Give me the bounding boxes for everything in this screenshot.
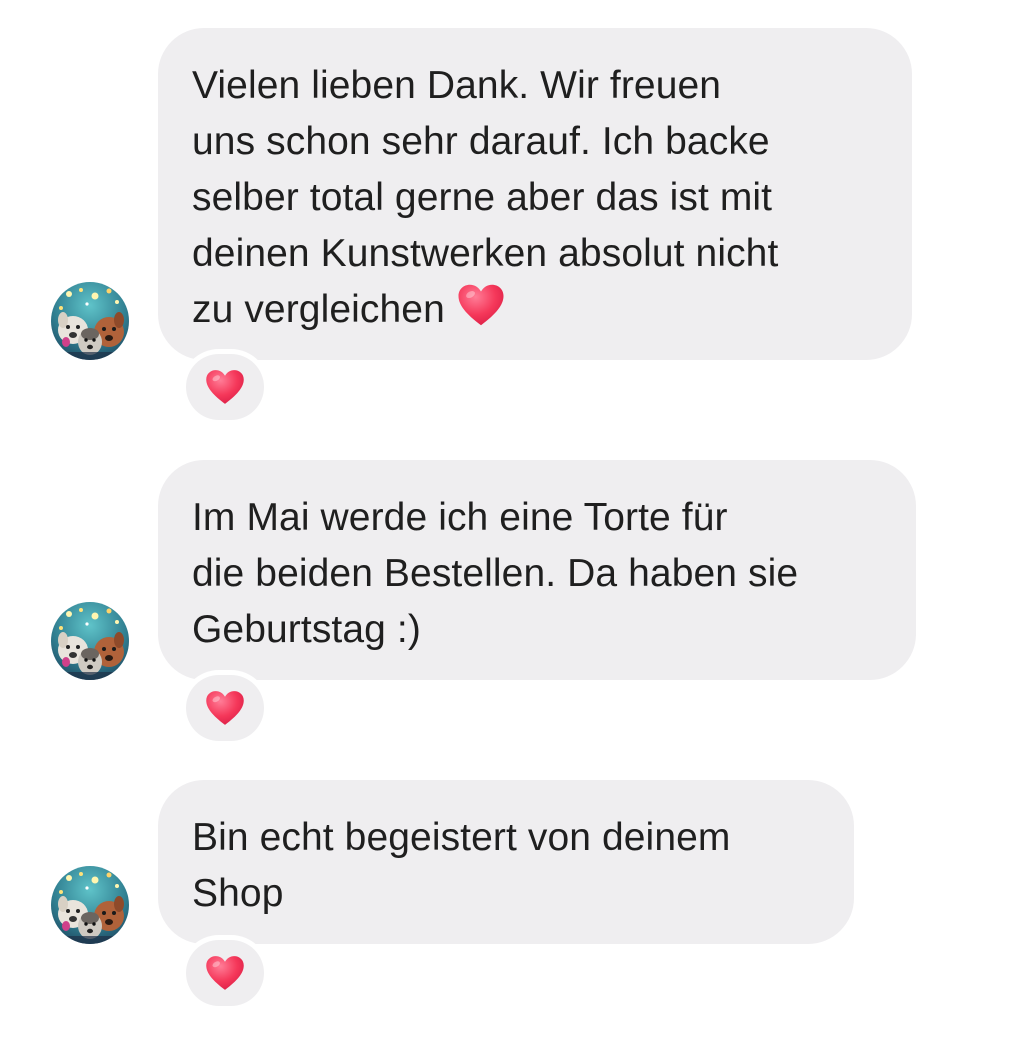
- heart-emoji: [205, 954, 245, 992]
- dogs-group-avatar-icon[interactable]: [51, 866, 129, 944]
- message-text-line: zu vergleichen: [192, 288, 445, 331]
- heart-emoji: [457, 282, 505, 328]
- dogs-group-avatar-icon[interactable]: [51, 282, 129, 360]
- dogs-group-avatar-icon[interactable]: [51, 602, 129, 680]
- heart-reaction[interactable]: [186, 675, 264, 741]
- message-bubble[interactable]: Im Mai werde ich eine Torte für die beid…: [158, 460, 916, 680]
- message-text-line: Geburtstag :): [192, 608, 421, 651]
- message-bubble[interactable]: Bin echt begeistert von deinem Shop: [158, 780, 854, 944]
- heart-reaction[interactable]: [186, 940, 264, 1006]
- message-text-line: uns schon sehr darauf. Ich backe: [192, 120, 770, 163]
- message-text-line: Shop: [192, 872, 284, 915]
- message-text-line: deinen Kunstwerken absolut nicht: [192, 232, 779, 275]
- message-text-line: Bin echt begeistert von deinem: [192, 816, 731, 859]
- message-text-line: die beiden Bestellen. Da haben sie: [192, 552, 799, 595]
- message-text-line: Im Mai werde ich eine Torte für: [192, 496, 728, 539]
- heart-emoji: [205, 689, 245, 727]
- message-text-line: Vielen lieben Dank. Wir freuen: [192, 64, 722, 107]
- message-bubble[interactable]: Vielen lieben Dank. Wir freuen uns schon…: [158, 28, 912, 360]
- heart-reaction[interactable]: [186, 354, 264, 420]
- message-text-line: selber total gerne aber das ist mit: [192, 176, 773, 219]
- heart-emoji: [205, 368, 245, 406]
